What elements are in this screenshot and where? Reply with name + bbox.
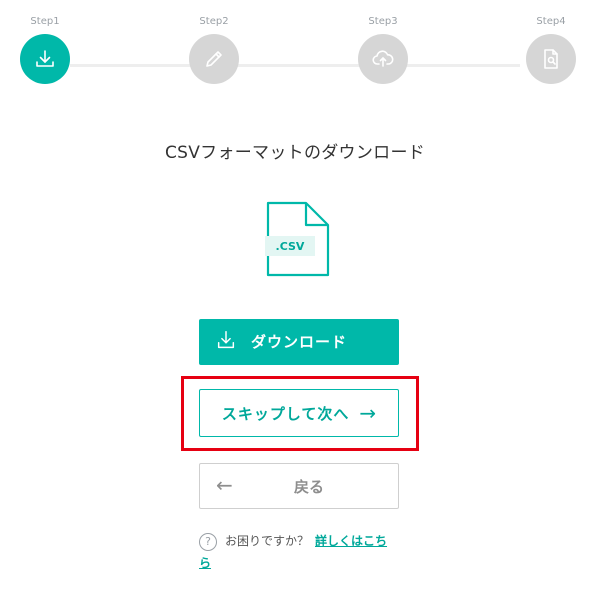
download-button-label: ダウンロード — [251, 333, 348, 351]
step-label: Step4 — [536, 16, 566, 27]
step-label: Step2 — [199, 16, 229, 27]
question-icon: ? — [199, 532, 217, 551]
stepper: Step1 Step2 Step3 Step4 — [0, 0, 590, 100]
back-button-label: 戻る — [293, 478, 324, 496]
step-3: Step3 — [358, 14, 408, 84]
step-label: Step1 — [30, 16, 60, 27]
step-label: Step3 — [368, 16, 398, 27]
stepper-track — [70, 64, 520, 67]
step-1-circle — [20, 34, 70, 84]
help-question: お困りですか？ — [225, 534, 310, 548]
step-4: Step4 — [526, 14, 576, 84]
step-3-circle — [358, 34, 408, 84]
file-type-tag: .CSV — [265, 236, 315, 256]
skip-button[interactable]: スキップして次へ → — [199, 389, 399, 437]
skip-button-label: スキップして次へ — [221, 404, 350, 423]
download-button[interactable]: ダウンロード — [199, 319, 399, 365]
arrow-right-icon: → — [359, 401, 377, 425]
download-icon — [36, 50, 54, 67]
csv-file-icon: .CSV — [265, 200, 331, 280]
step-1: Step1 — [20, 14, 70, 84]
page-title: CSVフォーマットのダウンロード — [164, 143, 426, 163]
step-4-circle — [526, 34, 576, 84]
back-button[interactable]: ← 戻る — [199, 463, 399, 509]
download-icon — [217, 331, 235, 349]
cloud-upload-icon — [372, 50, 394, 67]
pencil-icon — [206, 51, 222, 67]
step-2-circle — [189, 34, 239, 84]
document-search-icon — [544, 49, 558, 69]
help-section: ? お困りですか？ 詳しくはこちら — [199, 530, 399, 574]
step-2: Step2 — [189, 14, 239, 84]
